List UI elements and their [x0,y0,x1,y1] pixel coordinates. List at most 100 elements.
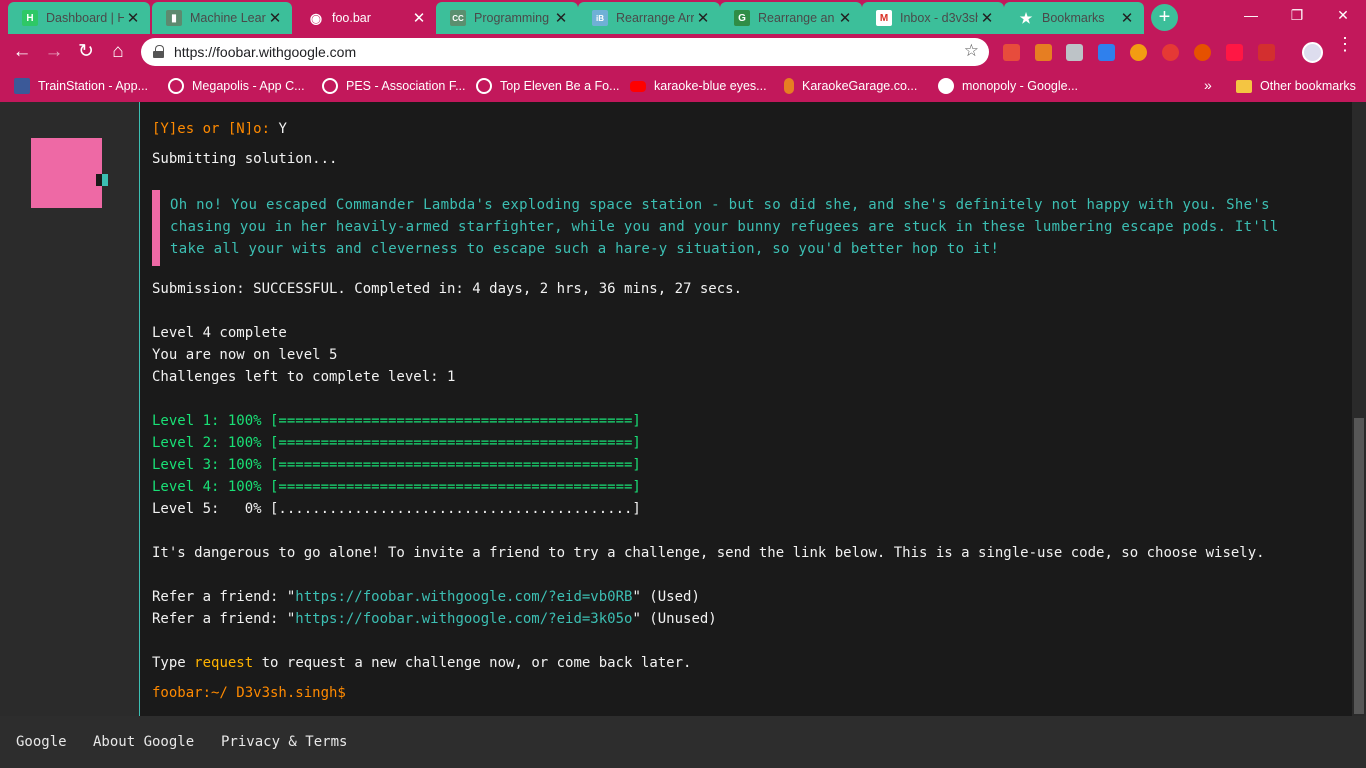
left-panel [0,102,139,716]
facebook-icon [14,78,30,94]
video-extension-icon[interactable] [1226,44,1243,61]
referral-status: " (Unused) [632,611,717,627]
close-tab-icon[interactable]: ✕ [694,9,712,27]
restore-button[interactable]: ❐ [1274,0,1320,30]
fire-extension-icon[interactable] [1194,44,1211,61]
level-progress-row: Level 2: 100% [=========================… [152,435,641,451]
folder-icon [1236,79,1252,93]
todoist-extension-icon[interactable] [1003,44,1020,61]
other-bookmarks-folder[interactable]: Other bookmarks [1236,77,1356,95]
tab-machine-learning[interactable]: ▮ Machine Learn ✕ [152,2,292,34]
bookmark-label: Other bookmarks [1260,79,1356,93]
bunny-logo [31,138,102,208]
bookmark-label: karaoke-blue eyes... [654,79,767,93]
referral-link[interactable]: https://foobar.withgoogle.com/?eid=vb0RB [295,589,632,605]
request-command[interactable]: request [194,655,253,671]
bar-chart-icon: ▮ [166,10,182,26]
forward-button[interactable]: → [42,40,66,64]
scrollbar[interactable] [1352,102,1366,716]
invite-line: It's dangerous to go alone! To invite a … [152,545,1265,561]
footer-link-privacy[interactable]: Privacy & Terms [221,734,347,750]
home-button[interactable]: ⌂ [106,40,130,64]
referral-link[interactable]: https://foobar.withgoogle.com/?eid=3k05o [295,611,632,627]
shell-prompt[interactable]: foobar:~/ D3v3sh.singh$ [152,682,346,704]
tab-title: Programming [474,11,550,25]
profile-avatar[interactable] [1302,42,1323,63]
mail-extension-icon[interactable] [1066,44,1083,61]
lock-icon [153,45,164,58]
tab-dashboard[interactable]: H Dashboard | H ✕ [8,2,150,34]
close-tab-icon[interactable]: ✕ [410,9,428,27]
close-tab-icon[interactable]: ✕ [1118,9,1136,27]
confirm-answer: Y [278,121,287,137]
referral-prefix: Refer a friend: " [152,611,296,627]
geeksforgeeks-icon: G [734,10,750,26]
book-extension-icon[interactable] [1035,44,1052,61]
tab-inbox[interactable]: M Inbox - d3v3sh ✕ [862,2,1004,34]
instruction-suffix: to request a new challenge now, or come … [253,655,692,671]
pen-extension-icon[interactable] [1258,44,1275,61]
menu-icon[interactable]: ⋮ [1336,35,1354,53]
address-bar[interactable]: https://foobar.withgoogle.com ☆ [141,38,989,66]
tab-rearrange-array[interactable]: iB Rearrange Arra ✕ [578,2,720,34]
confirm-prompt: [Y]es or [N]o: [152,121,271,137]
globe-icon [476,78,492,94]
close-tab-icon[interactable]: ✕ [266,9,284,27]
gmail-icon: M [876,10,892,26]
youtube-icon [630,80,646,92]
close-tab-icon[interactable]: ✕ [124,9,142,27]
close-tab-icon[interactable]: ✕ [552,9,570,27]
submission-line: Submission: SUCCESSFUL. Completed in: 4 … [152,281,743,297]
bookmarks-bar: TrainStation - App... Megapolis - App C.… [0,70,1366,102]
bookmark-label: monopoly - Google... [962,79,1079,93]
close-window-button[interactable]: ✕ [1320,0,1366,30]
bookmark-top-eleven[interactable]: Top Eleven Be a Fo... [476,77,620,95]
footer-link-about[interactable]: About Google [93,734,194,750]
level-progress-row: Level 1: 100% [=========================… [152,413,641,429]
scrollbar-thumb[interactable] [1354,418,1364,714]
bookmark-trainstation[interactable]: TrainStation - App... [14,77,148,95]
close-tab-icon[interactable]: ✕ [836,9,854,27]
bookmark-label: Megapolis - App C... [192,79,305,93]
tab-rearrange-an[interactable]: G Rearrange an a ✕ [720,2,862,34]
bookmark-karaoke-blue-eyes[interactable]: karaoke-blue eyes... [630,77,767,95]
globe-icon [322,78,338,94]
bookmark-karaokegarage[interactable]: KaraokeGarage.co... [784,77,917,95]
cookie-extension-icon[interactable] [1130,44,1147,61]
footer: Google About Google Privacy & Terms [0,716,1366,768]
tab-title: foo.bar [332,11,371,25]
url-text[interactable]: https://foobar.withgoogle.com [174,44,356,60]
level-progress-row: Level 3: 100% [=========================… [152,457,641,473]
tab-title: Inbox - d3v3sh [900,11,978,25]
current-level-line: You are now on level 5 [152,347,338,363]
tab-title: Dashboard | H [46,11,124,25]
globe-icon: ◉ [309,9,323,26]
tab-bookmarks[interactable]: ★ Bookmarks ✕ [1004,2,1144,34]
terminal[interactable]: [Y]es or [N]o: Y Submitting solution... … [140,102,1352,716]
level-progress-row: Level 5: 0% [...........................… [152,501,641,517]
bookmark-pes[interactable]: PES - Association F... [322,77,466,95]
back-button[interactable]: ← [10,40,34,64]
close-tab-icon[interactable]: ✕ [978,9,996,27]
challenges-left-line: Challenges left to complete level: 1 [152,369,456,385]
new-tab-button[interactable]: + [1151,4,1178,31]
bookmark-megapolis[interactable]: Megapolis - App C... [168,77,305,95]
story-callout: Oh no! You escaped Commander Lambda's ex… [152,190,1322,266]
tab-strip: H Dashboard | H ✕ ▮ Machine Learn ✕ ◉ fo… [0,0,1366,34]
footer-link-google[interactable]: Google [16,734,67,750]
reload-button[interactable]: ↻ [74,40,98,64]
bookmark-monopoly[interactable]: monopoly - Google... [938,77,1078,95]
tab-foobar[interactable]: ◉ foo.bar ✕ [294,2,436,34]
instruction-prefix: Type [152,655,195,671]
minimize-button[interactable]: — [1228,0,1274,30]
bookmark-star-icon[interactable]: ☆ [964,41,979,61]
interviewbit-icon: iB [592,10,608,26]
more-bookmarks-icon[interactable]: » [1204,77,1212,93]
tff-extension-icon[interactable] [1098,44,1115,61]
story-text: Oh no! You escaped Commander Lambda's ex… [170,197,1279,257]
tab-programming[interactable]: CC Programming ✕ [436,2,578,34]
adblock-extension-icon[interactable] [1162,44,1179,61]
tab-title: Bookmarks [1042,11,1105,25]
star-icon: ★ [1019,9,1033,26]
callout-bar [152,190,160,266]
